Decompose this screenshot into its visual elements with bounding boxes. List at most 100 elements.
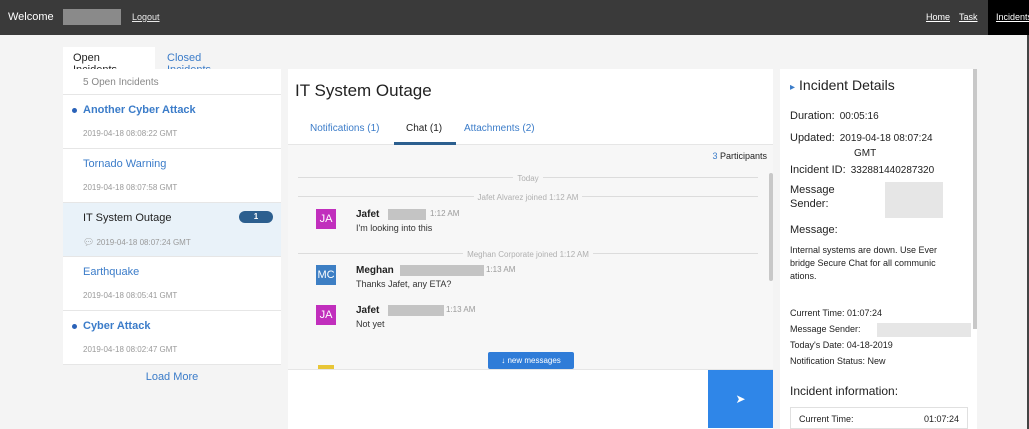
message-time: 1:13 AM <box>486 265 516 274</box>
incident-id-value: 332881440287320 <box>850 165 935 176</box>
duration-row: Duration: 00:05:16 <box>790 110 879 122</box>
tab-open-incidents[interactable]: Open Incidents <box>63 47 155 76</box>
incident-title: Earthquake <box>83 266 140 278</box>
incident-date: 2019-04-18 08:02:47 GMT <box>83 345 178 354</box>
nav-incidents-label: Incidents <box>996 12 1029 22</box>
updated-label: Updated: <box>790 132 835 144</box>
incident-date: 2019-04-18 08:07:58 GMT <box>83 183 178 192</box>
chat-message: JA Jafet 1:12 AM I'm looking into this <box>316 209 616 243</box>
list-item[interactable]: Another Cyber Attack 2019-04-18 08:08:22… <box>63 95 281 149</box>
message-sender: Jafet <box>356 209 380 220</box>
participants-count: 3 <box>712 151 718 161</box>
page-title: IT System Outage <box>295 81 432 100</box>
user-name-redacted <box>63 9 121 25</box>
incident-sub-tabs: Notifications (1) Chat (1) Attachments (… <box>288 113 773 145</box>
message-composer[interactable]: ➤ <box>288 369 773 429</box>
list-item[interactable]: Earthquake 2019-04-18 08:05:41 GMT <box>63 257 281 311</box>
join-divider: Jafet Alvarez joined 1:12 AM <box>298 191 758 202</box>
redacted-sender-2 <box>877 323 971 337</box>
avatar: JA <box>316 305 336 325</box>
message-time: 1:12 AM <box>430 209 460 218</box>
message-text: Not yet <box>356 319 385 329</box>
unread-dot-icon <box>72 108 77 113</box>
incident-count: 5 Open Incidents <box>63 69 281 95</box>
incident-title: IT System Outage <box>83 212 172 224</box>
tab-notifications[interactable]: Notifications (1) <box>310 123 379 134</box>
message-text: I'm looking into this <box>356 223 433 233</box>
incident-title: Cyber Attack <box>83 320 151 332</box>
incident-details-panel: ▸ Incident Details Duration: 00:05:16 Upd… <box>780 69 977 429</box>
message-sender-line: Message Sender: <box>790 324 861 334</box>
chat-message: JA Jafet 1:13 AM Not yet <box>316 305 616 339</box>
info-current-time-value: 01:07:24 <box>923 414 959 424</box>
current-time: Current Time: 01:07:24 <box>790 308 883 318</box>
chat-area[interactable]: 3 Participants Today Jafet Alvarez joine… <box>288 145 773 369</box>
incident-main-panel: IT System Outage Notifications (1) Chat … <box>288 69 773 369</box>
updated-value: 2019-04-18 08:07:24 <box>839 133 933 144</box>
incident-id-row: Incident ID: 332881440287320 <box>790 164 934 176</box>
list-item[interactable]: Cyber Attack 2019-04-18 08:02:47 GMT <box>63 311 281 365</box>
updated-row: Updated: 2019-04-18 08:07:24 <box>790 132 933 144</box>
details-scrollbar[interactable] <box>973 69 977 329</box>
participants-label: Participants <box>719 151 767 161</box>
tab-closed-incidents[interactable]: Closed Incidents <box>157 47 257 76</box>
unread-count-badge: 1 <box>239 211 273 223</box>
incident-date: 2019-04-18 08:07:24 GMT <box>96 238 191 247</box>
incident-id-label: Incident ID: <box>790 164 846 176</box>
new-messages-label: new messages <box>507 356 561 365</box>
info-current-time-label: Current Time: <box>799 414 854 424</box>
divider-label: Today <box>513 174 543 183</box>
new-messages-button[interactable]: ↓ new messages <box>488 352 574 369</box>
tab-chat[interactable]: Chat (1) <box>406 123 442 134</box>
incident-date: 2019-04-18 08:05:41 GMT <box>83 291 178 300</box>
incident-title: Another Cyber Attack <box>83 104 196 116</box>
send-button[interactable]: ➤ <box>708 370 773 428</box>
notification-status: Notification Status: New <box>790 356 886 366</box>
message-time: 1:13 AM <box>446 305 476 314</box>
top-bar: Welcome Logout Home Task Incidents <box>0 0 1029 35</box>
details-title-label: Incident Details <box>799 77 895 93</box>
list-item[interactable]: Tornado Warning 2019-04-18 08:07:58 GMT <box>63 149 281 203</box>
chevron-right-icon[interactable]: ▸ <box>790 82 795 93</box>
arrow-down-icon: ↓ <box>501 356 506 365</box>
incident-title: Tornado Warning <box>83 158 167 170</box>
incident-date: 2019-04-18 08:08:22 GMT <box>83 129 178 138</box>
chat-bubble-icon: 💬︎ <box>83 237 95 247</box>
date-divider: Today <box>298 172 758 183</box>
nav-home-link[interactable]: Home <box>926 12 950 22</box>
message-sender: Meghan <box>356 265 394 276</box>
message-text: Thanks Jafet, any ETA? <box>356 279 452 289</box>
message-label: Message: <box>790 224 838 236</box>
redacted-name <box>388 305 444 316</box>
duration-label: Duration: <box>790 110 835 122</box>
avatar: MC <box>316 265 336 285</box>
nav-task-link[interactable]: Task <box>959 12 978 22</box>
tab-attachments[interactable]: Attachments (2) <box>464 123 535 134</box>
nav-incidents-link[interactable]: Incidents <box>988 0 1029 35</box>
join-divider: Meghan Corporate joined 1:12 AM <box>298 248 758 259</box>
list-item-selected[interactable]: IT System Outage 1 💬︎ 2019-04-18 08:07:24… <box>63 203 281 257</box>
sender-label: Message Sender: <box>790 184 835 210</box>
unread-dot-icon <box>72 324 77 329</box>
chat-scrollbar[interactable] <box>769 173 773 281</box>
todays-date: Today's Date: 04-18-2019 <box>790 340 893 350</box>
load-more-link[interactable]: Load More <box>63 371 281 383</box>
avatar: JA <box>316 209 336 229</box>
redacted-name <box>388 209 426 220</box>
logout-link[interactable]: Logout <box>132 12 160 22</box>
incident-date-row: 💬︎ 2019-04-18 08:07:24 GMT <box>83 237 191 248</box>
details-title: ▸ Incident Details <box>790 77 895 93</box>
updated-tz: GMT <box>854 148 877 159</box>
redacted-name <box>400 265 484 276</box>
incident-information-heading: Incident information: <box>790 384 899 398</box>
chat-message: MC Meghan 1:13 AM Thanks Jafet, any ETA? <box>316 265 616 299</box>
duration-value: 00:05:16 <box>839 111 879 122</box>
divider-label: Meghan Corporate joined 1:12 AM <box>463 250 593 259</box>
divider-label: Jafet Alvarez joined 1:12 AM <box>473 193 583 202</box>
message-sender: Jafet <box>356 305 380 316</box>
incident-information-box: Current Time: 01:07:24 <box>790 407 968 429</box>
welcome-label: Welcome <box>8 11 54 23</box>
send-icon: ➤ <box>735 392 746 406</box>
incident-list: 5 Open Incidents Another Cyber Attack 20… <box>63 69 281 389</box>
participants-link[interactable]: 3 Participants <box>712 151 767 161</box>
